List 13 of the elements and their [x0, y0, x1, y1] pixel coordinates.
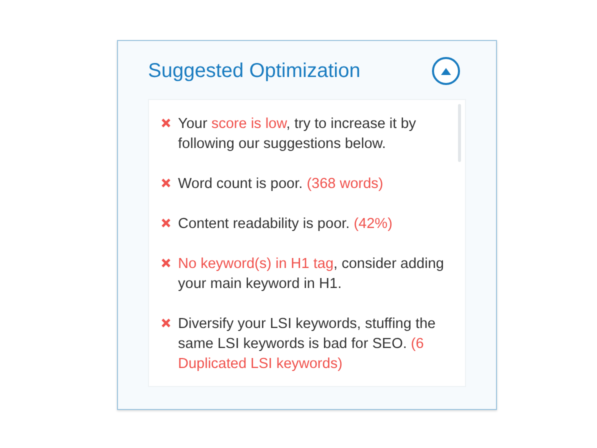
- cross-icon: [161, 318, 171, 328]
- suggestion-text: No keyword(s) in H1 tag, consider adding your main keyword in H1.: [178, 255, 445, 294]
- cross-icon: [161, 218, 171, 228]
- suggestion-text: Word count is poor. (368 words): [178, 175, 384, 194]
- collapse-button[interactable]: [432, 57, 460, 85]
- suggestion-text: Content readability is poor. (42%): [178, 215, 392, 234]
- cross-icon: [161, 118, 171, 128]
- cross-icon: [161, 258, 171, 268]
- cross-icon: [161, 178, 171, 188]
- panel-title: Suggested Optimization: [148, 60, 360, 82]
- caret-icon: [441, 68, 451, 74]
- suggestion-text: Diversify your LSI keywords, stuffing the same LSI keywords is bad for SEO. (6 Duplicated LSI keywords): [178, 315, 437, 374]
- suggestion-text: Your score is low, try to increase it by following our suggestions below.: [178, 115, 418, 154]
